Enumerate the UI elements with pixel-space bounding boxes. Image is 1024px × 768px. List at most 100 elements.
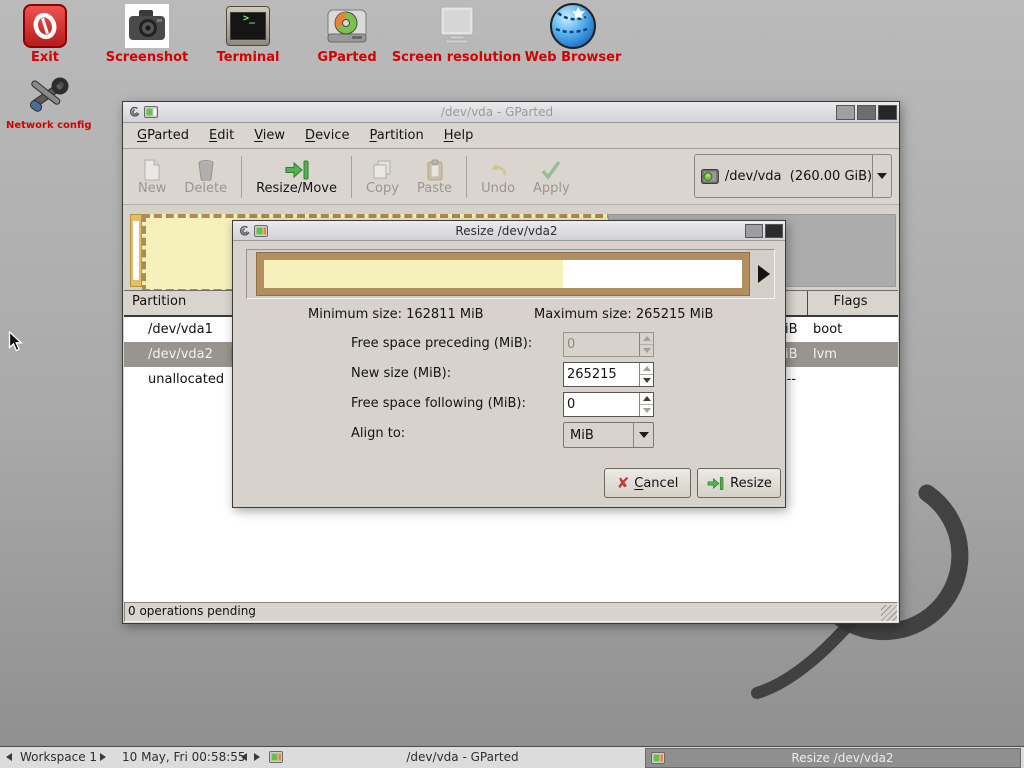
- menu-gparted[interactable]: GParted: [127, 125, 199, 146]
- column-header-flags[interactable]: Flags: [808, 294, 893, 309]
- spin-buttons[interactable]: [639, 363, 653, 386]
- swirl-icon: [128, 106, 140, 118]
- desktop-icon-exit[interactable]: Exit: [17, 2, 73, 65]
- delete-button[interactable]: Delete: [175, 156, 236, 197]
- apply-button[interactable]: Apply: [524, 156, 579, 197]
- resize-slider[interactable]: [246, 249, 775, 299]
- gparted-window-icon: [254, 225, 268, 237]
- device-dropdown-arrow[interactable]: [872, 155, 891, 197]
- free-space-following-label: Free space following (MiB):: [351, 392, 526, 415]
- desktop: Exit Screenshot >_ Terminal GParted Scre…: [0, 0, 1024, 768]
- spin-buttons[interactable]: [639, 333, 653, 356]
- resize-dialog: Resize /dev/vda2 Minimum size: 162811 Mi…: [232, 220, 786, 508]
- spin-up-icon[interactable]: [640, 393, 653, 405]
- undo-icon: [487, 157, 509, 181]
- gparted-window-icon: [651, 752, 665, 764]
- menu-partition[interactable]: Partition: [360, 125, 434, 146]
- taskbar-task-gparted[interactable]: /dev/vda - GParted: [264, 748, 642, 766]
- dialog-titlebar[interactable]: Resize /dev/vda2: [233, 221, 785, 241]
- spin-buttons[interactable]: [639, 393, 653, 416]
- spin-down-icon[interactable]: [640, 345, 653, 356]
- partition-box-vda1[interactable]: [130, 214, 142, 287]
- new-size-field[interactable]: [563, 362, 654, 387]
- resize-button[interactable]: Resize: [697, 468, 781, 498]
- camera-icon: [99, 2, 195, 50]
- free-space-following-input[interactable]: [564, 393, 639, 416]
- resize-slider-frame[interactable]: [256, 252, 750, 296]
- dialog-close-button[interactable]: [765, 224, 783, 238]
- terminal-icon: >_: [203, 2, 293, 50]
- free-space-following-field[interactable]: [563, 392, 654, 417]
- desktop-icon-terminal[interactable]: >_ Terminal: [203, 2, 293, 65]
- resize-arrow-icon: [284, 157, 310, 181]
- copy-button[interactable]: Copy: [357, 156, 408, 197]
- maximize-button[interactable]: [857, 105, 876, 120]
- desktop-icon-web-browser[interactable]: Web Browser: [514, 2, 632, 65]
- statusbar: 0 operations pending: [124, 602, 898, 622]
- align-to-value: MiB: [564, 428, 594, 443]
- main-window-titlebar[interactable]: /dev/vda - GParted: [123, 102, 899, 123]
- menu-help[interactable]: Help: [434, 125, 484, 146]
- apply-check-icon: [540, 157, 562, 181]
- tasklist-next-button[interactable]: [254, 747, 260, 767]
- tasklist-prev-button[interactable]: [241, 747, 247, 767]
- free-space-preceding-field[interactable]: [563, 332, 654, 357]
- toolbar-separator: [351, 156, 352, 198]
- spin-up-icon[interactable]: [640, 363, 653, 375]
- arrow-left-icon: [241, 753, 247, 761]
- menu-device[interactable]: Device: [295, 125, 359, 146]
- resize-right-handle-icon[interactable]: [758, 265, 770, 283]
- align-to-label: Align to:: [351, 422, 405, 445]
- chevron-down-icon: [877, 173, 887, 179]
- gparted-disk-icon: [307, 2, 387, 50]
- menu-edit[interactable]: Edit: [199, 125, 244, 146]
- power-exit-icon: [17, 2, 73, 50]
- arrow-right-icon: [254, 753, 260, 761]
- spin-up-icon[interactable]: [640, 333, 653, 345]
- copy-icon: [371, 157, 393, 181]
- minimum-size-label: Minimum size: 162811 MiB: [308, 303, 484, 326]
- desktop-icon-label: Terminal: [203, 50, 293, 65]
- paste-button[interactable]: Paste: [408, 156, 461, 197]
- clock: 10 May, Fri 00:58:55: [122, 747, 246, 767]
- trash-icon: [196, 157, 216, 181]
- new-size-label: New size (MiB):: [351, 362, 451, 385]
- monitor-icon: [384, 2, 529, 50]
- desktop-icon-gparted[interactable]: GParted: [307, 2, 387, 65]
- desktop-icon-screen-resolution[interactable]: Screen resolution: [384, 2, 529, 65]
- new-button[interactable]: New: [129, 156, 175, 197]
- new-size-input[interactable]: [564, 363, 639, 386]
- desktop-icon-label: Exit: [17, 50, 73, 65]
- minimize-button[interactable]: [836, 105, 855, 120]
- arrow-right-icon: [100, 753, 106, 761]
- gparted-window-icon: [269, 751, 283, 763]
- cancel-button[interactable]: ✘ Cancel: [604, 468, 691, 498]
- workspace-prev-button[interactable]: [6, 747, 12, 767]
- desktop-icon-network-config[interactable]: Network config: [6, 72, 88, 131]
- taskbar-task-resize-dialog[interactable]: Resize /dev/vda2: [645, 748, 1021, 768]
- tools-icon: [6, 72, 88, 120]
- toolbar-separator: [241, 156, 242, 198]
- resize-arrow-icon: [706, 476, 725, 491]
- free-space-preceding-input[interactable]: [564, 333, 639, 356]
- taskbar: Workspace 1 10 May, Fri 00:58:55 /dev/vd…: [0, 746, 1024, 768]
- undo-button[interactable]: Undo: [472, 156, 524, 197]
- spin-down-icon[interactable]: [640, 405, 653, 416]
- globe-icon: [514, 2, 632, 50]
- dialog-maximize-button[interactable]: [745, 224, 763, 238]
- desktop-icon-screenshot[interactable]: Screenshot: [99, 2, 195, 65]
- column-header-partition[interactable]: Partition: [132, 294, 186, 309]
- arrow-left-icon: [6, 753, 12, 761]
- align-to-dropdown[interactable]: MiB: [563, 422, 654, 448]
- device-selector[interactable]: /dev/vda (260.00 GiB): [694, 154, 892, 198]
- dropdown-arrow[interactable]: [633, 423, 653, 447]
- menu-view[interactable]: View: [244, 125, 295, 146]
- disk-icon: [701, 169, 719, 184]
- workspace-next-button[interactable]: [100, 747, 106, 767]
- spin-down-icon[interactable]: [640, 375, 653, 386]
- close-button[interactable]: [878, 105, 897, 120]
- desktop-icon-label: Web Browser: [514, 50, 632, 65]
- pending-operations-text: 0 operations pending: [128, 604, 256, 618]
- resize-move-button[interactable]: Resize/Move: [247, 156, 346, 197]
- resize-grip[interactable]: [881, 605, 897, 621]
